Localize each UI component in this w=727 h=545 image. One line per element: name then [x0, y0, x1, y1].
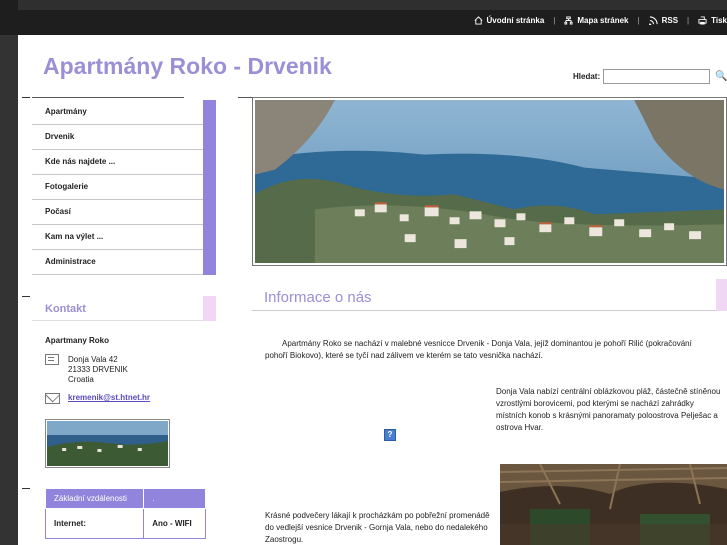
home-icon: [474, 16, 482, 25]
top-bar: Úvodní stránka | Mapa stránek | RSS | Ti…: [0, 0, 727, 35]
top-navigation: Úvodní stránka | Mapa stránek | RSS | Ti…: [474, 16, 727, 25]
sidebar-item-label: Kam na výlet ...: [45, 232, 104, 241]
table-header-cell: .: [143, 488, 206, 509]
table-cell: Internet:: [44, 508, 145, 539]
intro-paragraph: Apartmány Roko se nachází v malebné vesn…: [265, 339, 692, 360]
divider: [22, 296, 30, 297]
nav-rss-label: RSS: [661, 16, 679, 25]
site-title[interactable]: Apartmány Roko - Drvenik: [43, 53, 332, 80]
sidebar-item-administrace[interactable]: Administrace: [32, 250, 216, 275]
hero-image: [252, 97, 727, 266]
address-line: Donja Vala 42: [68, 355, 118, 364]
search-box: Hledat: 🔍: [573, 69, 727, 84]
address-line: Croatia: [68, 375, 94, 384]
contact-name: Apartmany Roko: [45, 336, 110, 345]
sidebar-item-fotogalerie[interactable]: Fotogalerie: [32, 175, 216, 200]
sidebar-item-label: Kde nás najdete ...: [45, 157, 116, 166]
nav-separator: |: [637, 16, 640, 25]
terrace-photo: [500, 464, 727, 545]
nav-print-label: Tisk: [711, 16, 727, 25]
nav-sitemap-link[interactable]: Mapa stránek: [564, 16, 629, 25]
table-cell: Ano - WIFI: [143, 508, 206, 539]
search-label: Hledat:: [573, 72, 601, 81]
sidebar-item-drvenik[interactable]: Drvenik: [32, 125, 216, 150]
divider: [22, 488, 30, 489]
contact-heading-box: Kontakt: [32, 296, 216, 321]
section-heading: Informace o nás: [264, 289, 372, 306]
beach-paragraph: Donja Vala nabízí centrální oblázkovou p…: [496, 387, 721, 432]
rss-icon: [648, 16, 658, 25]
divider: [22, 97, 30, 98]
sidebar-item-label: Administrace: [45, 257, 96, 266]
nav-separator: |: [553, 16, 556, 25]
print-icon: [698, 16, 707, 25]
sidebar-item-label: Počasí: [45, 207, 71, 216]
sitemap-icon: [564, 16, 573, 25]
evening-paragraph: Krásné podvečery lákají k procházkám po …: [265, 511, 490, 544]
contact-email-link[interactable]: kremenik@st.htnet.hr: [68, 393, 150, 402]
page: Apartmány Roko - Drvenik Hledat: 🔍 Apart…: [18, 35, 727, 545]
sidebar-item-label: Drvenik: [45, 132, 75, 141]
help-icon[interactable]: ?: [384, 429, 396, 441]
table-header-row: Základní vzdálenosti .: [44, 488, 206, 509]
sidebar-item-apartmany[interactable]: Apartmány: [32, 100, 216, 125]
divider: [32, 97, 184, 98]
sidebar-item-kde-nas-najdete[interactable]: Kde nás najdete ...: [32, 150, 216, 175]
sidebar-item-label: Apartmány: [45, 107, 87, 116]
left-edge: [0, 35, 18, 545]
distances-table: Základní vzdálenosti . Internet: Ano - W…: [44, 488, 206, 539]
table-header-cell: Základní vzdálenosti: [44, 488, 145, 509]
nav-separator: |: [687, 16, 690, 25]
terrace-image: [500, 464, 727, 545]
hero-photo: [255, 100, 724, 263]
nav-sitemap-label: Mapa stránek: [577, 16, 629, 25]
nav-home-label: Úvodní stránka: [486, 16, 545, 25]
nav-home-link[interactable]: Úvodní stránka: [474, 16, 545, 25]
section-heading-box: Informace o nás: [252, 279, 727, 311]
address-line: 21333 DRVENIK: [68, 365, 128, 374]
nav-print-link[interactable]: Tisk: [698, 16, 727, 25]
top-strip: [18, 0, 727, 10]
search-icon[interactable]: 🔍: [715, 71, 727, 82]
contact-heading: Kontakt: [45, 303, 86, 315]
sidebar-item-pocasi[interactable]: Počasí: [32, 200, 216, 225]
table-row: Internet: Ano - WIFI: [44, 508, 206, 539]
sidebar-menu: Apartmány Drvenik Kde nás najdete ... Fo…: [32, 100, 216, 275]
search-input[interactable]: [603, 69, 711, 84]
sidebar-item-label: Fotogalerie: [45, 182, 89, 191]
address-icon: [45, 354, 59, 365]
mail-icon: [45, 393, 60, 404]
thumbnail-image[interactable]: [45, 419, 170, 468]
sidebar-item-kam-na-vylet[interactable]: Kam na výlet ...: [32, 225, 216, 250]
contact-address: Donja Vala 42 21333 DRVENIK Croatia: [68, 355, 128, 385]
thumbnail-photo: [47, 421, 168, 466]
nav-rss-link[interactable]: RSS: [648, 16, 679, 25]
